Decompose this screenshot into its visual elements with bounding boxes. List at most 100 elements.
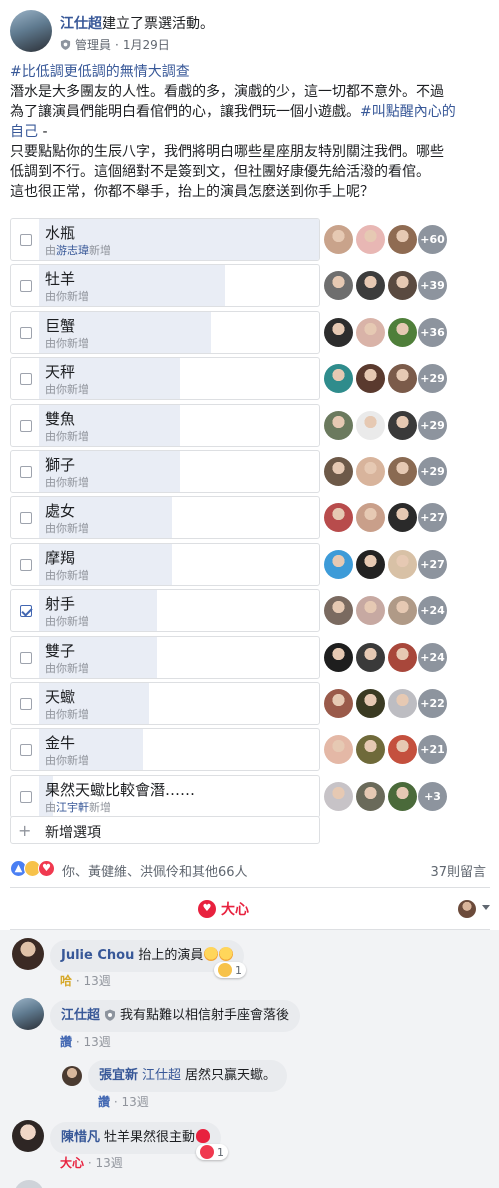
poll-option-bar[interactable]: 處女 由你新增 (10, 496, 320, 540)
voter-avatar[interactable] (356, 688, 385, 718)
poll-option-bar[interactable]: 金牛 由你新增 (10, 728, 320, 772)
voter-avatar[interactable] (324, 549, 353, 579)
comment-count[interactable]: 37則留言 (430, 861, 486, 880)
voter-avatar[interactable] (388, 364, 417, 394)
more-voters-count[interactable]: +22 (418, 688, 447, 718)
poll-option-checkbox[interactable] (20, 373, 32, 386)
poll-option-bar[interactable]: 摩羯 由你新增 (10, 542, 320, 586)
comment-time[interactable]: 13週 (84, 974, 111, 988)
post-date[interactable]: 1月29日 (123, 36, 170, 53)
reply-time[interactable]: 13週 (122, 1095, 149, 1109)
poll-option-checkbox[interactable] (20, 419, 32, 432)
mention-link[interactable]: 江仕超 (142, 1068, 181, 1083)
poll-option-checkbox[interactable] (20, 744, 32, 757)
voter-avatar[interactable] (324, 225, 353, 254)
added-by-user[interactable]: 游志瑋 (56, 244, 89, 257)
comment-reaction-badge[interactable]: 1 (196, 1144, 228, 1160)
hashtag-link[interactable]: #比低調更低調的無情大調查 (10, 64, 190, 80)
poll-option-bar[interactable]: 天蠍 由你新增 (10, 681, 320, 725)
poll-option-bar[interactable]: 天秤 由你新增 (10, 357, 320, 401)
hashtag-link[interactable]: #叫點醒內心的 (360, 104, 456, 120)
voter-avatar[interactable] (356, 225, 385, 254)
voter-avatars[interactable]: +29 (324, 455, 484, 488)
voter-avatar[interactable] (356, 364, 385, 394)
commenter-name[interactable]: 陳惜凡 (61, 1130, 100, 1145)
like-link[interactable]: 讚 (60, 1035, 72, 1049)
add-option-button[interactable]: + 新增選項 (10, 816, 320, 844)
voter-avatar[interactable] (388, 271, 417, 301)
replier-name[interactable]: 張宜新 (99, 1068, 138, 1083)
hashtag-link[interactable]: 自己 (10, 124, 38, 140)
poll-option-checkbox[interactable] (20, 605, 32, 618)
voter-avatar[interactable] (388, 688, 417, 718)
poll-option-checkbox[interactable] (20, 558, 32, 571)
voter-avatars[interactable]: +36 (324, 316, 484, 349)
reactions-summary[interactable]: ▲ ♥ 你、黃健維、洪佩伶和其他66人 37則留言 (10, 858, 490, 880)
voter-avatar[interactable] (324, 410, 353, 440)
voter-avatar[interactable] (356, 781, 385, 811)
voter-avatar[interactable] (324, 642, 353, 672)
poll-option-bar[interactable]: 果然天蠍比較會潛…… 由江宇軒新增 (10, 774, 320, 818)
replier-avatar[interactable] (62, 1066, 82, 1086)
comment-time[interactable]: 13週 (96, 1156, 123, 1170)
more-voters-count[interactable]: +3 (418, 781, 447, 811)
voter-avatar[interactable] (388, 456, 417, 486)
voter-avatar[interactable] (388, 410, 417, 440)
added-by-user[interactable]: 江宇軒 (56, 801, 89, 814)
chevron-down-icon[interactable] (482, 905, 490, 910)
more-voters-count[interactable]: +27 (418, 549, 447, 579)
voter-avatar[interactable] (324, 688, 353, 718)
voter-avatar[interactable] (324, 317, 353, 347)
voter-avatar[interactable] (324, 596, 353, 626)
voter-avatar[interactable] (356, 456, 385, 486)
reaction-link[interactable]: 大心 (60, 1156, 84, 1170)
more-voters-count[interactable]: +24 (418, 642, 447, 672)
reaction-link[interactable]: 哈 (60, 974, 72, 988)
commenter-name[interactable]: 江仕超 (61, 1008, 100, 1023)
more-voters-count[interactable]: +29 (418, 410, 447, 440)
voter-avatars[interactable]: +27 (324, 501, 484, 534)
love-reaction-button[interactable]: ♥ 大心 (198, 899, 249, 919)
poll-option-bar[interactable]: 獅子 由你新增 (10, 449, 320, 493)
poll-option-checkbox[interactable] (20, 465, 32, 478)
more-voters-count[interactable]: +24 (418, 596, 447, 626)
poll-option-bar[interactable]: 射手 由你新增 (10, 589, 320, 633)
voter-avatar[interactable] (356, 317, 385, 347)
voter-avatars[interactable]: +3 (324, 780, 484, 813)
voter-avatar[interactable] (356, 596, 385, 626)
voter-avatar[interactable] (356, 271, 385, 301)
voter-avatars[interactable]: +39 (324, 269, 484, 302)
poll-option-checkbox[interactable] (20, 790, 32, 803)
poll-option-checkbox[interactable] (20, 234, 32, 246)
like-link[interactable]: 讚 (98, 1095, 110, 1109)
voter-avatar[interactable] (388, 225, 417, 254)
voter-avatar[interactable] (388, 503, 417, 533)
voter-avatars[interactable]: +24 (324, 594, 484, 627)
voter-avatars[interactable]: +21 (324, 733, 484, 766)
poll-option-bar[interactable]: 水瓶 由游志瑋新增 (10, 218, 320, 261)
more-voters-count[interactable]: +29 (418, 364, 447, 394)
voter-avatars[interactable]: +29 (324, 362, 484, 395)
voter-avatar[interactable] (324, 735, 353, 765)
voter-avatar[interactable] (324, 781, 353, 811)
voter-avatars[interactable]: +27 (324, 548, 484, 581)
voter-avatar[interactable] (356, 410, 385, 440)
commenter-avatar[interactable] (12, 938, 44, 970)
voter-avatar[interactable] (356, 549, 385, 579)
voter-avatar[interactable] (324, 364, 353, 394)
poll-option-checkbox[interactable] (20, 280, 32, 293)
voter-avatar[interactable] (388, 317, 417, 347)
commenter-avatar[interactable] (12, 1120, 44, 1152)
voter-avatars[interactable]: +29 (324, 409, 484, 442)
poll-option-checkbox[interactable] (20, 512, 32, 525)
commenter-name[interactable]: Julie Chou (61, 948, 134, 963)
voter-avatars[interactable]: +60 (324, 223, 484, 256)
poll-option-bar[interactable]: 雙魚 由你新增 (10, 403, 320, 447)
voter-avatar[interactable] (324, 456, 353, 486)
poll-option-bar[interactable]: 牡羊 由你新增 (10, 264, 320, 308)
viewer-avatar[interactable] (458, 900, 476, 918)
author-avatar[interactable] (10, 10, 52, 52)
author-name[interactable]: 江仕超 (60, 16, 102, 32)
poll-option-checkbox[interactable] (20, 651, 32, 664)
voter-avatar[interactable] (388, 549, 417, 579)
